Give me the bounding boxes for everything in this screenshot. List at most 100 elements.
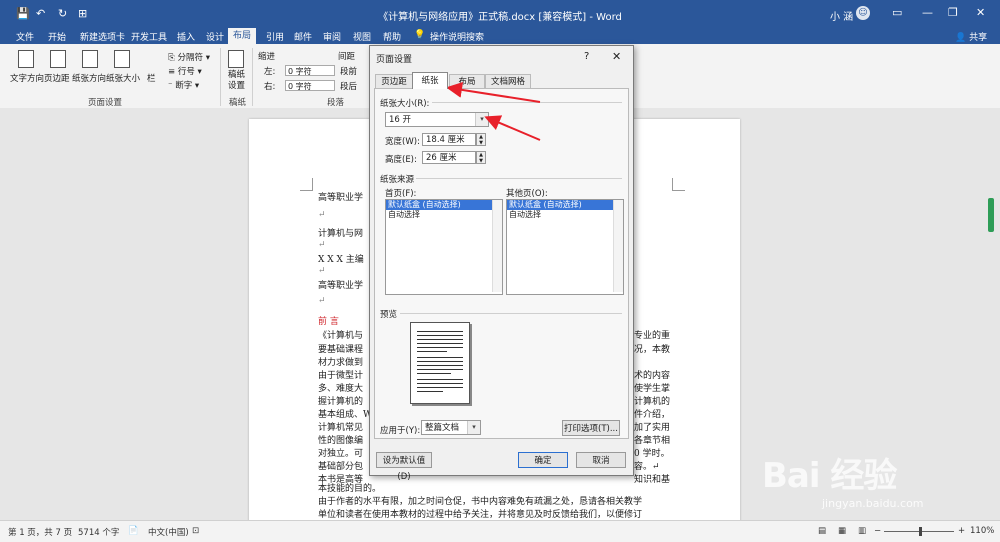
hyphenation-button[interactable]: ⁻ 断字 ▾ xyxy=(168,79,199,91)
user-name[interactable]: 小 涵 xyxy=(830,8,853,23)
tab-file[interactable]: 文件 xyxy=(16,30,34,43)
set-default-button[interactable]: 设为默认值(D) xyxy=(376,452,432,482)
draft-paper-icon[interactable] xyxy=(228,50,244,68)
chevron-down-icon[interactable]: ▾ xyxy=(475,113,488,126)
print-layout-icon[interactable]: ▦ xyxy=(838,526,846,536)
close-icon[interactable]: ✕ xyxy=(612,50,621,63)
word-count[interactable]: 5714 个字 xyxy=(78,526,119,538)
other-pages-tray-list[interactable]: 默认纸盒 (自动选择) 自动选择 xyxy=(506,199,624,295)
doc-line-fragment: 各章节相 xyxy=(634,436,671,446)
list-item[interactable]: 默认纸盒 (自动选择) xyxy=(507,200,623,210)
corner-mark xyxy=(672,178,685,191)
tab-new[interactable]: 新建选项卡 xyxy=(80,30,125,43)
close-icon[interactable]: ✕ xyxy=(976,6,985,19)
zoom-level[interactable]: 110% xyxy=(970,526,994,536)
tell-me-search[interactable]: 操作说明搜索 xyxy=(430,30,484,43)
tab-home[interactable]: 开始 xyxy=(48,30,66,43)
paper-size-select[interactable]: 16 开 ▾ xyxy=(385,112,489,127)
section-divider xyxy=(416,178,622,179)
spacing-label: 间距 xyxy=(338,52,356,62)
text-direction-button[interactable]: 文字方向 xyxy=(10,72,44,84)
tab-margins[interactable]: 页边距 xyxy=(375,74,413,89)
share-button[interactable]: 👤 共享 xyxy=(955,30,987,43)
paragraph-mark: ↵ xyxy=(318,266,326,276)
line-numbers-button[interactable]: ≡ 行号 ▾ xyxy=(168,65,202,77)
zoom-in-button[interactable]: + xyxy=(958,526,965,536)
doc-line: 握计算机的 xyxy=(318,397,364,407)
height-spinner[interactable]: ▲ ▼ xyxy=(476,151,486,164)
list-scrollbar[interactable] xyxy=(492,200,502,292)
tab-document-grid[interactable]: 文档网格 xyxy=(485,74,531,89)
doc-line-fragment: 0 学时。 xyxy=(634,449,670,459)
macro-icon[interactable]: ⊡ xyxy=(192,526,199,536)
apply-to-select[interactable]: 整篇文档 ▾ xyxy=(421,420,481,435)
first-page-tray-list[interactable]: 默认纸盒 (自动选择) 自动选择 xyxy=(385,199,503,295)
tab-layout[interactable]: 布局 xyxy=(449,74,485,89)
zoom-slider-thumb[interactable] xyxy=(919,527,922,536)
web-layout-icon[interactable]: ▥ xyxy=(858,526,866,536)
tab-mailings[interactable]: 邮件 xyxy=(294,30,312,43)
language[interactable]: 中文(中国) xyxy=(148,526,189,538)
corner-mark xyxy=(300,178,313,191)
doc-line-fragment: 计算机的 xyxy=(634,397,671,407)
indent-left-input[interactable]: 0 字符 xyxy=(285,65,335,76)
list-scrollbar[interactable] xyxy=(613,200,623,292)
help-icon[interactable]: ? xyxy=(584,51,589,62)
apply-to-label: 应用于(Y): xyxy=(380,426,421,436)
list-item[interactable]: 自动选择 xyxy=(386,210,502,220)
tab-paper[interactable]: 纸张 xyxy=(412,72,448,89)
tab-view[interactable]: 视图 xyxy=(353,30,371,43)
zoom-out-button[interactable]: − xyxy=(874,526,881,536)
preview-line xyxy=(417,339,463,340)
size-icon[interactable] xyxy=(114,50,130,68)
list-item[interactable]: 默认纸盒 (自动选择) xyxy=(386,200,502,210)
tab-design[interactable]: 设计 xyxy=(206,30,224,43)
draft-paper-button[interactable]: 稿纸 设置 xyxy=(228,70,245,92)
doc-line: 《计算机与 xyxy=(318,331,364,341)
minimize-icon[interactable]: — xyxy=(922,6,933,19)
cancel-button[interactable]: 取消 xyxy=(576,452,626,468)
preview-line xyxy=(417,391,443,392)
doc-line-fragment: 知识和基 xyxy=(634,475,671,485)
columns-button[interactable]: 栏 xyxy=(147,72,156,84)
width-input[interactable]: 18.4 厘米 xyxy=(422,133,476,146)
preview-line xyxy=(417,347,463,348)
preview-line xyxy=(417,383,463,384)
doc-line: 对独立。可 xyxy=(318,449,364,459)
paper-source-label: 纸张来源 xyxy=(380,175,415,185)
text-direction-icon[interactable] xyxy=(18,50,34,68)
list-item[interactable]: 自动选择 xyxy=(507,210,623,220)
doc-line-fragment: 术的内容 xyxy=(634,371,671,381)
tab-references[interactable]: 引用 xyxy=(266,30,284,43)
tab-help[interactable]: 帮助 xyxy=(383,30,401,43)
margins-button[interactable]: 页边距 xyxy=(44,72,70,84)
margins-icon[interactable] xyxy=(50,50,66,68)
tab-review[interactable]: 审阅 xyxy=(323,30,341,43)
orientation-button[interactable]: 纸张方向 xyxy=(72,72,106,84)
width-spinner[interactable]: ▲ ▼ xyxy=(476,133,486,146)
tab-insert[interactable]: 插入 xyxy=(177,30,195,43)
chevron-down-icon[interactable]: ▾ xyxy=(467,421,480,434)
orientation-icon[interactable] xyxy=(82,50,98,68)
doc-line: 本技能的目的。 xyxy=(318,484,382,494)
tab-developer[interactable]: 开发工具 xyxy=(131,30,167,43)
breaks-button[interactable]: ⎘ 分隔符 ▾ xyxy=(168,51,210,63)
vertical-scrollbar-thumb[interactable] xyxy=(988,198,994,232)
status-bar: 第 1 页，共 7 页 5714 个字 📄 中文(中国) ⊡ ▤ ▦ ▥ − +… xyxy=(0,520,1000,542)
height-label: 高度(E): xyxy=(385,155,417,165)
breaks-label: 分隔符 xyxy=(177,53,204,63)
avatar[interactable]: ☺ xyxy=(856,6,870,20)
ok-button[interactable]: 确定 xyxy=(518,452,568,468)
page-count[interactable]: 第 1 页，共 7 页 xyxy=(8,526,72,538)
read-mode-icon[interactable]: ▤ xyxy=(818,526,826,536)
tab-layout[interactable]: 布局 xyxy=(228,28,257,44)
height-input[interactable]: 26 厘米 xyxy=(422,151,476,164)
indent-right-input[interactable]: 0 字符 xyxy=(285,80,335,91)
preview-line xyxy=(417,373,451,374)
preview-line xyxy=(417,331,463,332)
ribbon-display-icon[interactable]: ▭ xyxy=(892,6,902,19)
proofing-icon[interactable]: 📄 xyxy=(128,526,139,536)
print-options-button[interactable]: 打印选项(T)... xyxy=(562,420,620,436)
size-button[interactable]: 纸张大小 xyxy=(106,72,140,84)
restore-icon[interactable]: ❐ xyxy=(948,6,958,19)
